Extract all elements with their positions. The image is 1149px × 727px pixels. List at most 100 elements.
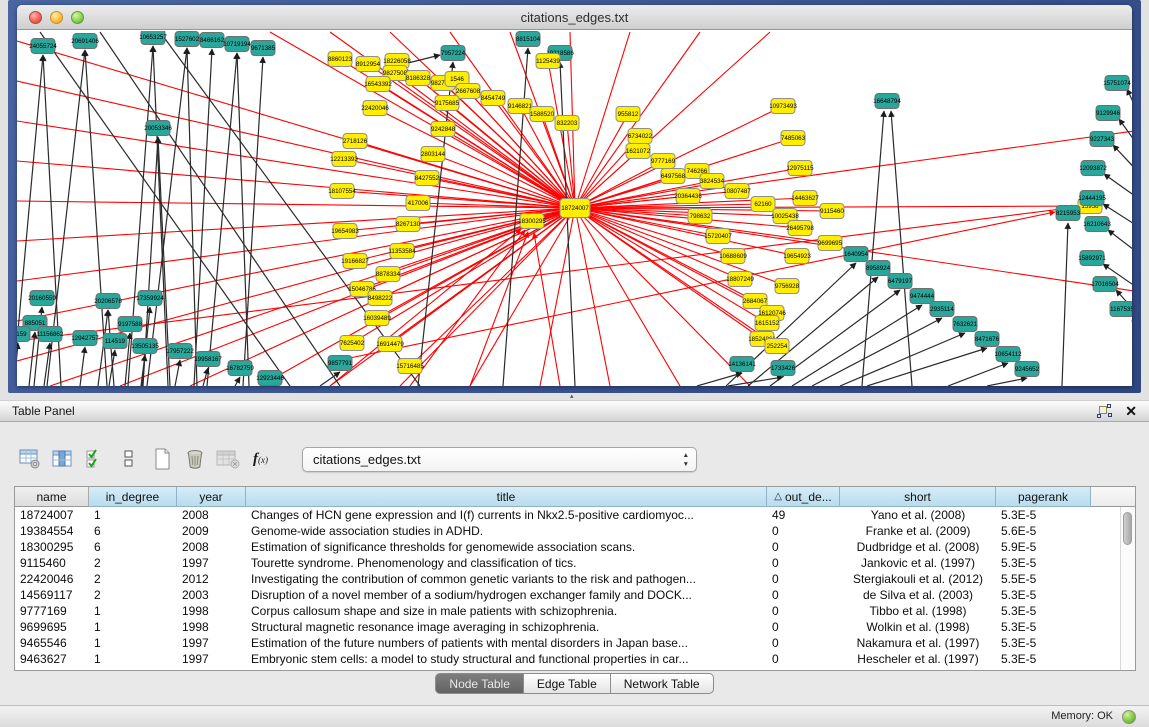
graph-node[interactable]: 8454749 bbox=[481, 91, 506, 106]
graph-node[interactable]: 10719194 bbox=[223, 37, 251, 52]
table-scrollbar[interactable] bbox=[1120, 507, 1135, 670]
graph-node[interactable]: 14463627 bbox=[791, 191, 819, 206]
graph-node[interactable]: 832203 bbox=[555, 116, 579, 131]
graph-node[interactable]: 1640954 bbox=[844, 247, 869, 262]
graph-node[interactable]: 13505135 bbox=[131, 339, 159, 354]
select-all-button[interactable] bbox=[82, 446, 109, 473]
graph-node[interactable]: 24055724 bbox=[29, 39, 57, 54]
graph-node[interactable]: 3824534 bbox=[700, 174, 725, 189]
zoom-window-button[interactable] bbox=[71, 11, 84, 24]
graph-node[interactable]: 10688609 bbox=[719, 249, 747, 264]
close-panel-icon[interactable]: ✕ bbox=[1125, 404, 1137, 418]
graph-node[interactable]: 7625402 bbox=[340, 336, 365, 351]
graph-node[interactable]: 9474444 bbox=[910, 289, 935, 304]
graph-node[interactable]: 6479197 bbox=[888, 274, 913, 289]
graph-node[interactable]: 17359924 bbox=[136, 291, 164, 306]
close-window-button[interactable] bbox=[29, 11, 42, 24]
graph-node[interactable]: 18300295 bbox=[518, 214, 546, 229]
graph-node[interactable]: 1167535 bbox=[1110, 302, 1132, 317]
graph-node[interactable]: 11353584 bbox=[388, 244, 416, 259]
graph-node[interactable]: 7485063 bbox=[781, 131, 806, 146]
graph-node[interactable]: 1527602 bbox=[175, 32, 200, 47]
function-builder-button[interactable]: f(x) bbox=[247, 446, 274, 473]
graph-node[interactable]: 7957224 bbox=[441, 46, 466, 61]
graph-node[interactable]: 20206576 bbox=[94, 294, 122, 309]
graph-node[interactable]: 8958924 bbox=[866, 261, 891, 276]
graph-node[interactable]: 16543392 bbox=[364, 77, 392, 92]
splitter-grip-icon[interactable]: ▴ bbox=[570, 394, 579, 399]
graph-node[interactable]: 1733426 bbox=[771, 361, 796, 376]
graph-node[interactable]: 10654112 bbox=[994, 347, 1022, 362]
table-mode-button[interactable] bbox=[16, 446, 43, 473]
graph-node[interactable]: 8878334 bbox=[376, 267, 401, 282]
graph-node[interactable]: 10807487 bbox=[723, 184, 751, 199]
graph-node[interactable]: 9197588 bbox=[118, 317, 143, 332]
column-header-pagerank[interactable]: pagerank bbox=[996, 487, 1091, 507]
graph-node[interactable]: 2935114 bbox=[930, 302, 954, 317]
graph-node[interactable]: 20691406 bbox=[71, 34, 99, 49]
graph-node[interactable]: 9699695 bbox=[818, 236, 843, 251]
graph-node[interactable]: 955812 bbox=[616, 107, 640, 122]
graph-node[interactable]: 15720407 bbox=[704, 229, 732, 244]
graph-node[interactable]: 26495798 bbox=[786, 221, 814, 236]
graph-node[interactable]: 9671385 bbox=[251, 41, 276, 56]
table-row[interactable]: 2242004622012Investigating the contribut… bbox=[15, 571, 1135, 587]
graph-node[interactable]: 12444195 bbox=[1078, 191, 1106, 206]
scrollbar-thumb[interactable] bbox=[1123, 512, 1132, 545]
table-row[interactable]: 911546021997Tourette syndrome. Phenomeno… bbox=[15, 555, 1135, 571]
graph-node[interactable]: 10653257 bbox=[139, 31, 167, 45]
graph-node[interactable]: 9245652 bbox=[1015, 362, 1040, 377]
table-row[interactable]: 1872400712008Changes of HCN gene express… bbox=[15, 507, 1135, 523]
graph-node[interactable]: 18724007 bbox=[560, 199, 590, 218]
graph-node[interactable]: 1125439 bbox=[536, 54, 560, 69]
column-header-out_de[interactable]: △out_de... bbox=[767, 487, 840, 507]
graph-node[interactable]: 9242848 bbox=[431, 122, 456, 137]
tab-network-table[interactable]: Network Table bbox=[611, 673, 714, 694]
graph-node[interactable]: 9115460 bbox=[820, 204, 844, 219]
graph-node[interactable]: 14136141 bbox=[728, 357, 756, 372]
graph-node[interactable]: 9129946 bbox=[1096, 106, 1121, 121]
graph-node[interactable]: 20364436 bbox=[674, 189, 702, 204]
graph-node[interactable]: 22420046 bbox=[361, 101, 389, 116]
table-row[interactable]: 1456911722003Disruption of a novel membe… bbox=[15, 587, 1135, 603]
graph-node[interactable]: 8912954 bbox=[356, 57, 381, 72]
graph-node[interactable]: 8427552 bbox=[415, 171, 440, 186]
graph-node[interactable]: 17016504 bbox=[1091, 277, 1119, 292]
graph-node[interactable]: 11156862 bbox=[37, 327, 64, 342]
graph-node[interactable]: 8815104 bbox=[516, 32, 541, 47]
graph-node[interactable]: 16914479 bbox=[376, 337, 404, 352]
graph-node[interactable]: 8267130 bbox=[396, 217, 421, 232]
graph-node[interactable]: 8860123 bbox=[328, 52, 353, 67]
graph-node[interactable]: 2667608 bbox=[456, 84, 481, 99]
graph-node[interactable]: 1621072 bbox=[626, 144, 651, 159]
table-row[interactable]: 946554611997Estimation of the future num… bbox=[15, 635, 1135, 651]
new-table-button[interactable] bbox=[148, 446, 175, 473]
clear-selection-button[interactable] bbox=[115, 446, 142, 473]
graph-node[interactable]: 39159 bbox=[17, 327, 30, 342]
graph-node[interactable]: 62160 bbox=[751, 197, 775, 212]
graph-node[interactable]: 6497568 bbox=[661, 169, 686, 184]
minimize-window-button[interactable] bbox=[50, 11, 63, 24]
graph-node[interactable]: 417006 bbox=[406, 196, 430, 211]
graph-node[interactable]: 16039489 bbox=[363, 311, 391, 326]
column-header-name[interactable]: name bbox=[15, 487, 89, 507]
table-row[interactable]: 1830029562008Estimation of significance … bbox=[15, 539, 1135, 555]
graph-node[interactable]: 12093872 bbox=[1079, 161, 1107, 176]
graph-node[interactable]: 798632 bbox=[688, 209, 712, 224]
graph-node[interactable]: 12975115 bbox=[786, 161, 814, 176]
show-columns-button[interactable] bbox=[49, 446, 76, 473]
column-header-year[interactable]: year bbox=[177, 487, 246, 507]
graph-node[interactable]: 8498222 bbox=[368, 291, 393, 306]
graph-node[interactable]: 9857791 bbox=[328, 356, 353, 371]
graph-node[interactable]: 15751074 bbox=[1103, 76, 1131, 91]
column-header-title[interactable]: title bbox=[246, 487, 767, 507]
graph-node[interactable]: 18107554 bbox=[328, 184, 356, 199]
graph-node[interactable]: 1615152 bbox=[755, 316, 780, 331]
table-row[interactable]: 1938455462009Genome-wide association stu… bbox=[15, 523, 1135, 539]
tab-node-table[interactable]: Node Table bbox=[435, 673, 524, 694]
graph-node[interactable]: 17957222 bbox=[166, 344, 194, 359]
graph-node[interactable]: 9146821 bbox=[508, 99, 533, 114]
graph-node[interactable]: 20160559 bbox=[28, 291, 56, 306]
graph-node[interactable]: 12213393 bbox=[330, 152, 358, 167]
graph-node[interactable]: 19654923 bbox=[783, 249, 811, 264]
